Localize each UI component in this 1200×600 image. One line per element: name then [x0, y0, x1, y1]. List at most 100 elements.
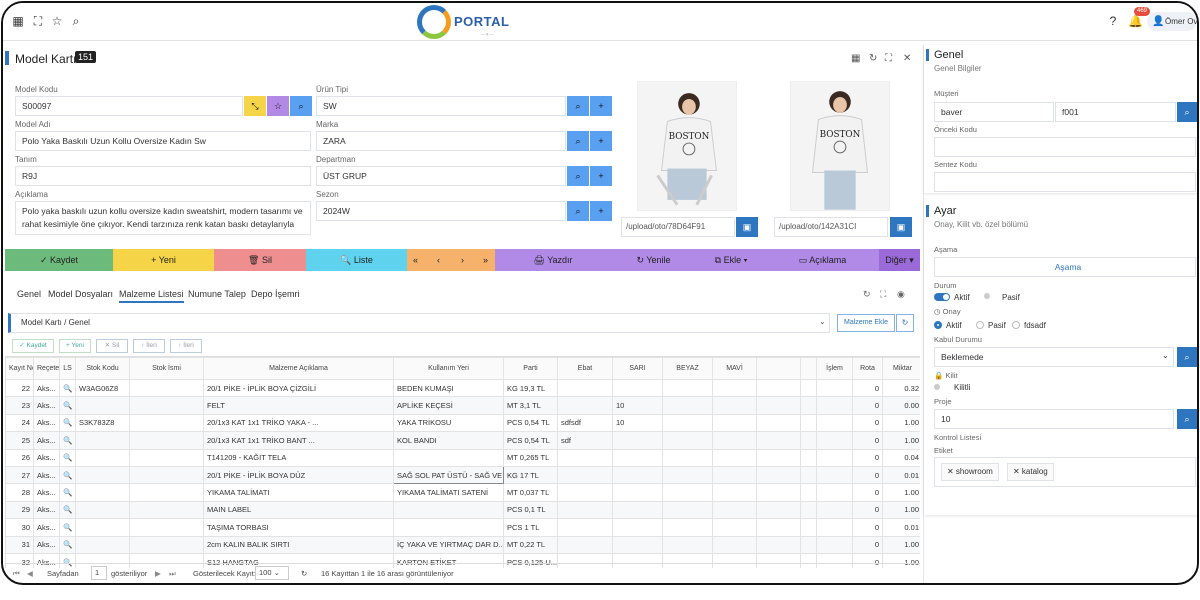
- tag-chip-showroom[interactable]: ✕ showroom: [941, 463, 999, 481]
- tanim-input[interactable]: R9J: [15, 166, 311, 186]
- table-cell[interactable]: [712, 500, 757, 520]
- onay-aktif-radio[interactable]: [934, 321, 942, 329]
- departman-search-button[interactable]: ⌕: [567, 166, 589, 186]
- table-cell[interactable]: [800, 465, 817, 485]
- table-cell[interactable]: [662, 396, 713, 415]
- row-search-icon[interactable]: 🔍: [59, 500, 76, 520]
- table-cell[interactable]: [800, 396, 817, 415]
- table-cell[interactable]: [129, 396, 204, 415]
- pager-next-icon[interactable]: ▶: [155, 569, 161, 578]
- table-cell[interactable]: [712, 431, 757, 450]
- table-cell[interactable]: 10: [612, 413, 663, 433]
- grid-column-header[interactable]: BEYAZ: [662, 357, 713, 380]
- table-cell[interactable]: [756, 500, 801, 520]
- table-row[interactable]: 22 Aks... 🔍 W3AG06Z8 20/1 PİKE - İPLİK BOYA …: [5, 378, 920, 398]
- table-cell[interactable]: PCS 0,54 TL: [503, 431, 558, 450]
- table-cell[interactable]: [816, 535, 853, 554]
- table-cell[interactable]: [712, 448, 757, 467]
- table-cell[interactable]: [557, 500, 613, 520]
- grid-column-header[interactable]: Kullanım Yeri: [393, 357, 504, 380]
- table-cell[interactable]: [129, 500, 204, 520]
- table-cell[interactable]: 26: [5, 448, 34, 467]
- nav-last-button[interactable]: »: [483, 249, 488, 271]
- pager-refresh-icon[interactable]: ↻: [301, 569, 307, 578]
- kaydet-button[interactable]: ✓ Kaydet: [5, 249, 113, 271]
- table-cell[interactable]: [712, 483, 757, 502]
- table-cell[interactable]: 0.01: [882, 518, 920, 537]
- table-cell[interactable]: [712, 465, 757, 485]
- help-icon[interactable]: ?: [1106, 14, 1120, 28]
- table-cell[interactable]: [756, 431, 801, 450]
- close-icon[interactable]: ✕: [903, 53, 911, 64]
- table-cell[interactable]: [712, 413, 757, 433]
- marka-input[interactable]: ZARA: [316, 131, 566, 151]
- table-cell[interactable]: [557, 518, 613, 537]
- table-cell[interactable]: Aks...: [33, 483, 60, 502]
- breadcrumb-select[interactable]: Model Kartı / Genel: [8, 313, 830, 333]
- table-cell[interactable]: Aks...: [33, 500, 60, 520]
- onay-pasif-radio[interactable]: [976, 321, 984, 329]
- table-cell[interactable]: [800, 448, 817, 467]
- table-cell[interactable]: 1.00: [882, 535, 920, 554]
- table-cell[interactable]: T141209 - KAĞIT TELA: [203, 448, 394, 467]
- table-row[interactable]: 29Aks...🔍MAIN LABELPCS 0,1 TL01.000: [5, 500, 920, 520]
- star-icon[interactable]: ☆: [50, 14, 64, 28]
- grid-yeni-button[interactable]: + Yeni: [59, 339, 91, 353]
- durum-aktif[interactable]: Aktif: [954, 293, 970, 302]
- row-search-icon[interactable]: 🔍: [59, 448, 76, 467]
- tab-model-dosyalari[interactable]: Model Dosyaları: [48, 289, 113, 299]
- table-cell[interactable]: 0: [852, 378, 883, 398]
- table-cell[interactable]: [756, 448, 801, 467]
- table-cell[interactable]: [816, 500, 853, 520]
- table-cell[interactable]: BEDEN KUMAŞI: [393, 378, 504, 398]
- table-cell[interactable]: [662, 431, 713, 450]
- table-cell[interactable]: 20/1x3 KAT 1x1 TRİKO YAKA - ...: [203, 413, 394, 433]
- table-cell[interactable]: [75, 483, 130, 502]
- table-cell[interactable]: [662, 378, 713, 398]
- table-cell[interactable]: FELT: [203, 396, 394, 415]
- table-cell[interactable]: 28: [5, 483, 34, 502]
- table-cell[interactable]: YAKA TRİKOSU: [393, 413, 504, 433]
- durum-pasif-dot[interactable]: [984, 293, 990, 299]
- yeni-button[interactable]: + Yeni: [113, 249, 214, 271]
- fullscreen-icon[interactable]: ⛶: [31, 14, 45, 28]
- table-cell[interactable]: [557, 535, 613, 554]
- table-cell[interactable]: [662, 483, 713, 502]
- table-cell[interactable]: [816, 518, 853, 537]
- ekle-button[interactable]: ⧉ Ekle ▾: [696, 249, 766, 271]
- durum-toggle[interactable]: [934, 293, 950, 301]
- grid-column-header[interactable]: Stok İsmi: [129, 357, 204, 380]
- pager-page-input[interactable]: 1: [91, 566, 107, 580]
- table-cell[interactable]: 0: [852, 465, 883, 485]
- table-cell[interactable]: 29: [5, 500, 34, 520]
- table-cell[interactable]: [756, 378, 801, 398]
- asama-select[interactable]: Aşama: [934, 257, 1196, 277]
- table-cell[interactable]: [129, 483, 204, 502]
- table-cell[interactable]: Aks...: [33, 431, 60, 450]
- table-cell[interactable]: 20/1 PİKE - İPLİK BOYA DÜZ: [203, 465, 394, 485]
- pager-first-icon[interactable]: ⏮: [13, 569, 20, 579]
- refresh-icon[interactable]: ↻: [869, 53, 877, 64]
- table-cell[interactable]: 22: [5, 378, 34, 398]
- table-cell[interactable]: [75, 431, 130, 450]
- table-row[interactable]: 28 Aks... 🔍 YIKAMA TALİMATI YIKAMA TALİMATI …: [5, 483, 920, 502]
- table-cell[interactable]: [129, 431, 204, 450]
- table-cell[interactable]: 0: [852, 396, 883, 415]
- table-cell[interactable]: APLİKE KEÇESİ: [393, 396, 504, 415]
- table-row[interactable]: 31 Aks... 🔍 2cm KALIN BALIK SIRTI İÇ YAKA VE…: [5, 535, 920, 554]
- table-cell[interactable]: sdf: [557, 431, 613, 450]
- table-cell[interactable]: [712, 396, 757, 415]
- grid-column-header[interactable]: Parti: [503, 357, 558, 380]
- table-cell[interactable]: MT 0,265 TL: [503, 448, 558, 467]
- urun-tipi-input[interactable]: SW: [316, 96, 566, 116]
- table-cell[interactable]: [75, 448, 130, 467]
- table-cell[interactable]: 27: [5, 465, 34, 485]
- table-cell[interactable]: 10: [612, 396, 663, 415]
- table-cell[interactable]: YIKAMA TALİMATI SATENİ: [393, 483, 504, 502]
- bell-icon[interactable]: 🔔: [1128, 14, 1143, 28]
- table-cell[interactable]: [129, 535, 204, 554]
- table-cell[interactable]: 23: [5, 396, 34, 415]
- yazdir-button[interactable]: 🖨 Yazdır: [495, 249, 611, 271]
- model-image-1[interactable]: BOSTON: [637, 81, 737, 211]
- etiket-tag-input[interactable]: ✕ showroom ✕ katalog: [934, 457, 1196, 487]
